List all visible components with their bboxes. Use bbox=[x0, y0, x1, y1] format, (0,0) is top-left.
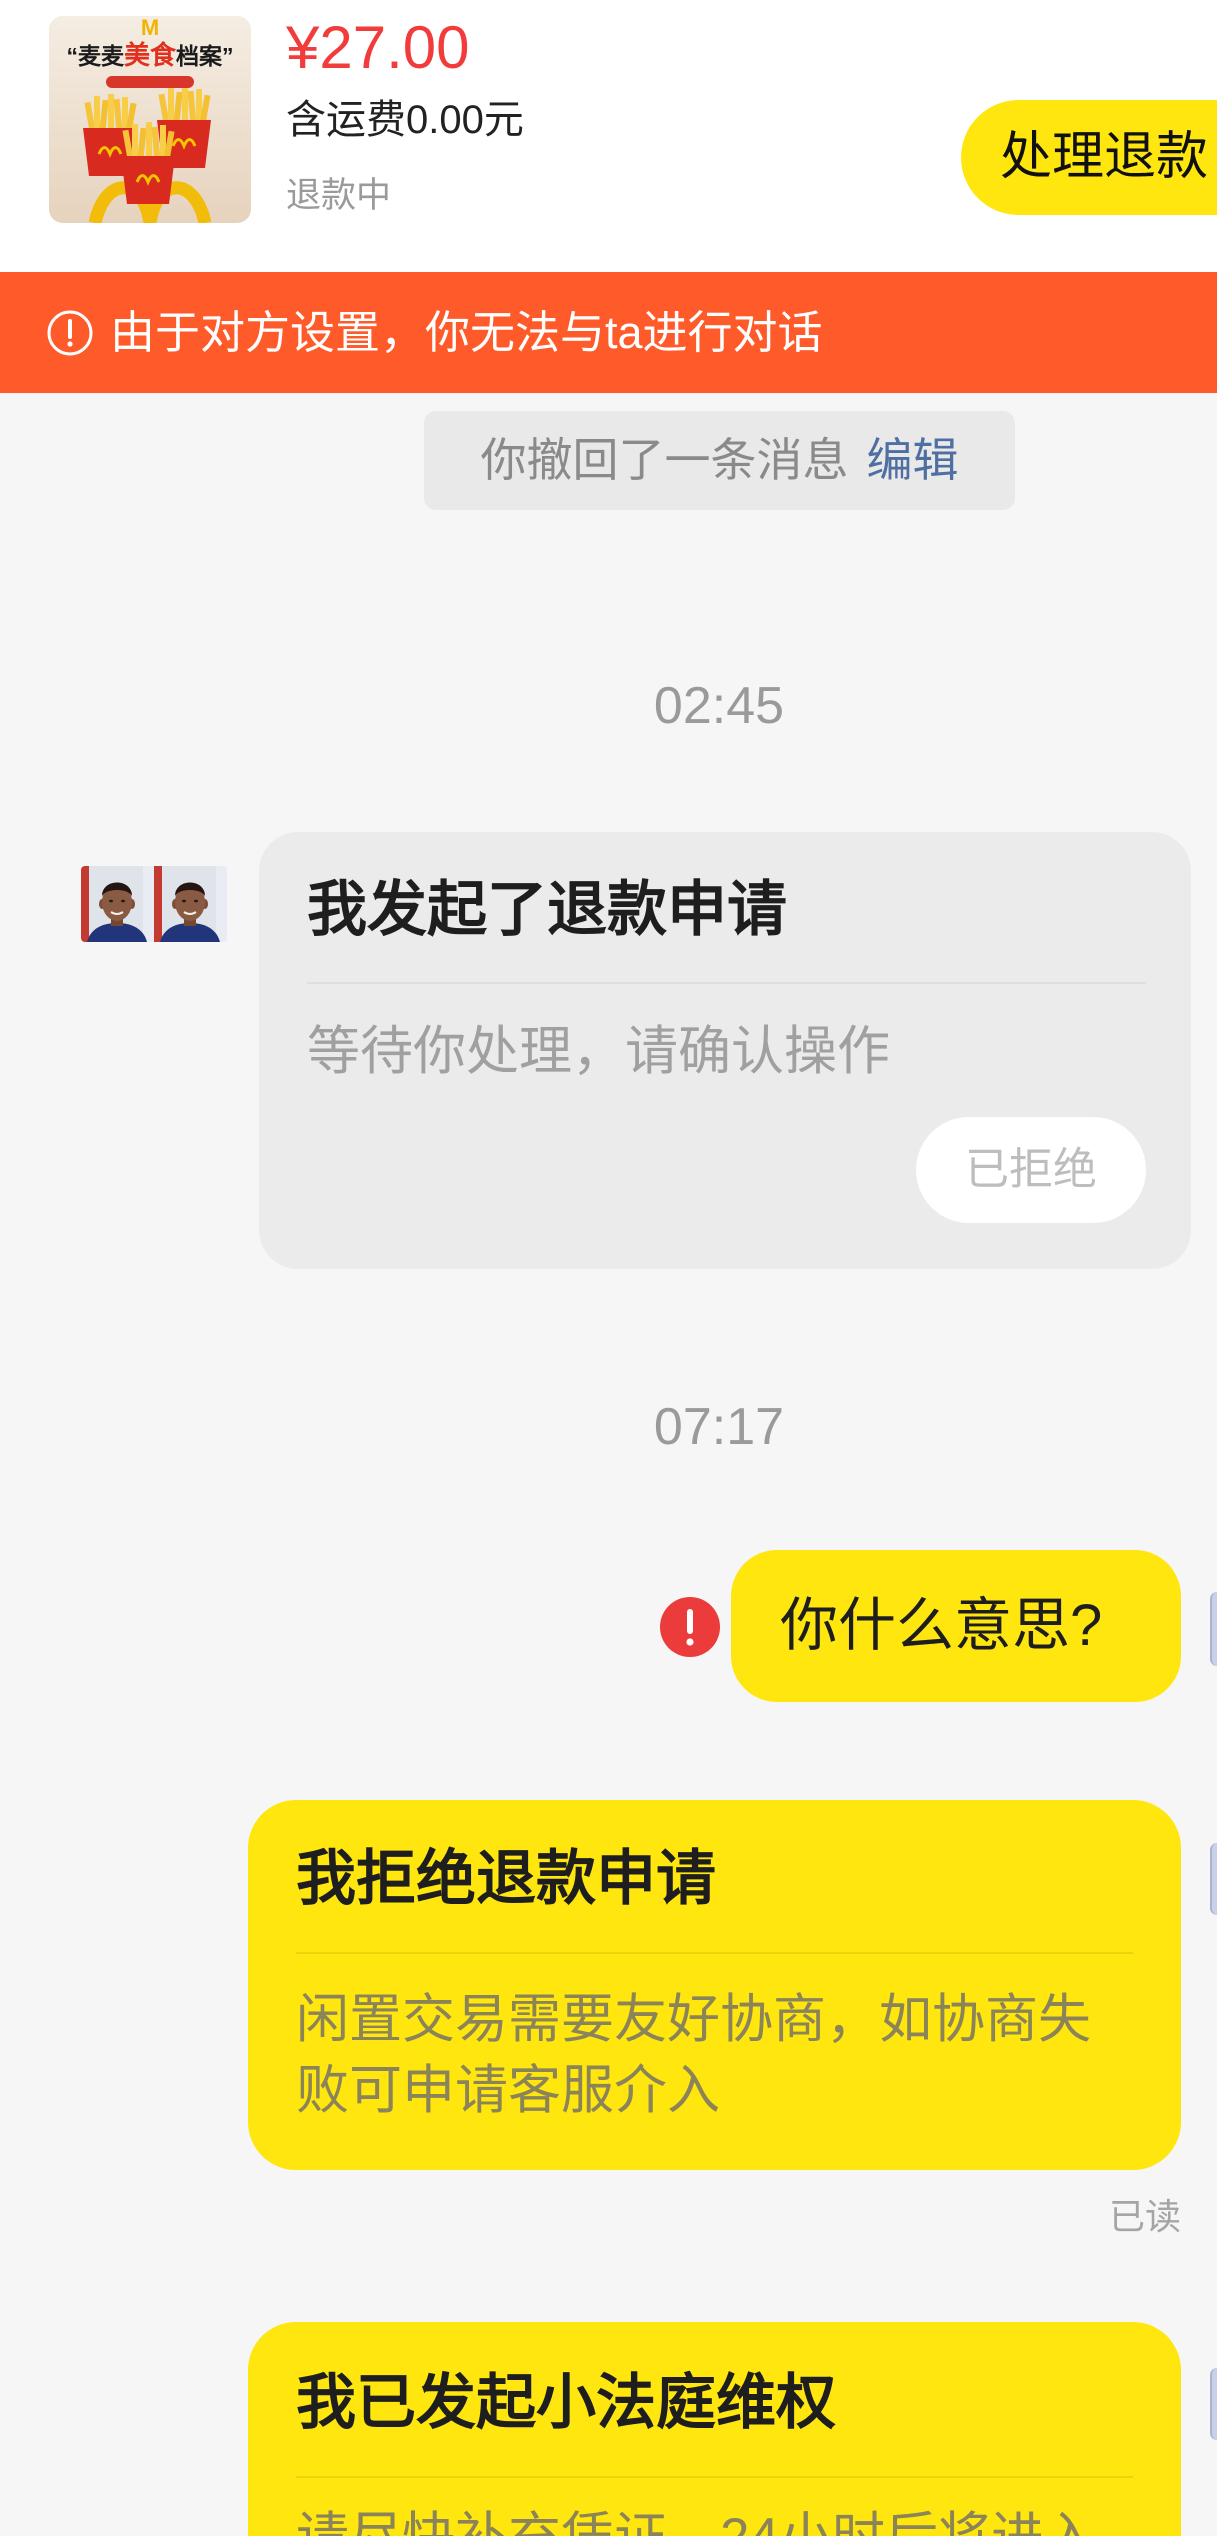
divider bbox=[296, 1952, 1133, 1954]
order-summary-header[interactable]: M “麦麦美食档案” ¥27.00 含运费0.00元 退款中 处理退款 bbox=[0, 0, 1217, 272]
avatar[interactable] bbox=[1210, 1592, 1217, 1666]
message-timestamp: 07:17 bbox=[653, 1398, 785, 1456]
recall-notice: 你撤回了一条消息 编辑 bbox=[424, 411, 1015, 510]
thumbnail-title-right: 档案” bbox=[176, 43, 234, 69]
thumbnail-title: “麦麦美食档案” bbox=[49, 41, 251, 70]
thumbnail-title-left: “麦麦 bbox=[66, 43, 124, 69]
shipping-note: 含运费0.00元 bbox=[286, 98, 524, 142]
outgoing-message-bubble[interactable]: 你什么意思? bbox=[731, 1550, 1181, 1702]
read-receipt: 已读 bbox=[1108, 2196, 1181, 2237]
refund-request-card[interactable]: 我发起了退款申请 等待你处理，请确认操作 已拒绝 bbox=[259, 832, 1191, 1269]
thumbnail-tag bbox=[106, 76, 194, 88]
handle-refund-button[interactable]: 处理退款 bbox=[961, 100, 1217, 215]
message-timestamp: 02:45 bbox=[653, 677, 785, 735]
order-price: ¥27.00 bbox=[286, 14, 470, 81]
product-thumbnail[interactable]: M “麦麦美食档案” bbox=[49, 16, 251, 223]
edit-recalled-link[interactable]: 编辑 bbox=[867, 434, 959, 486]
divider bbox=[296, 2476, 1133, 2478]
error-icon[interactable] bbox=[659, 1596, 721, 1658]
card-body: 闲置交易需要友好协商，如协商失败可申请客服介入 bbox=[296, 1990, 1091, 2120]
brand-logo: M bbox=[140, 16, 160, 40]
avatar-image bbox=[81, 866, 227, 942]
banner-text: 由于对方设置，你无法与ta进行对话 bbox=[110, 307, 823, 358]
avatar[interactable] bbox=[1210, 2368, 1217, 2440]
rejected-status-button[interactable]: 已拒绝 bbox=[916, 1117, 1146, 1223]
card-body: 等待你处理，请确认操作 bbox=[307, 1022, 890, 1081]
divider bbox=[307, 982, 1146, 984]
refund-reject-card[interactable]: 我拒绝退款申请 闲置交易需要友好协商，如协商失败可申请客服介入 bbox=[248, 1800, 1181, 2170]
recall-notice-text: 你撤回了一条消息 bbox=[480, 434, 849, 486]
alert-circle-icon bbox=[47, 310, 93, 356]
avatar[interactable] bbox=[81, 866, 227, 942]
card-body: 请尽快补充凭证，24小时后将进入 bbox=[296, 2502, 1097, 2536]
thumbnail-title-highlight: 美食 bbox=[123, 40, 176, 70]
card-title: 我发起了退款申请 bbox=[307, 876, 787, 943]
order-status: 退款中 bbox=[286, 176, 392, 215]
dispute-card[interactable]: 我已发起小法庭维权 请尽快补充凭证，24小时后将进入 bbox=[248, 2322, 1181, 2536]
card-title: 我拒绝退款申请 bbox=[296, 1845, 716, 1912]
chat-restriction-banner: 由于对方设置，你无法与ta进行对话 bbox=[0, 272, 1217, 393]
avatar[interactable] bbox=[1210, 1843, 1217, 1915]
card-title: 我已发起小法庭维权 bbox=[296, 2369, 836, 2436]
chat-screen: M “麦麦美食档案” ¥27.00 含运费0.00元 退款中 处理退款 由于对方… bbox=[0, 0, 1217, 2536]
